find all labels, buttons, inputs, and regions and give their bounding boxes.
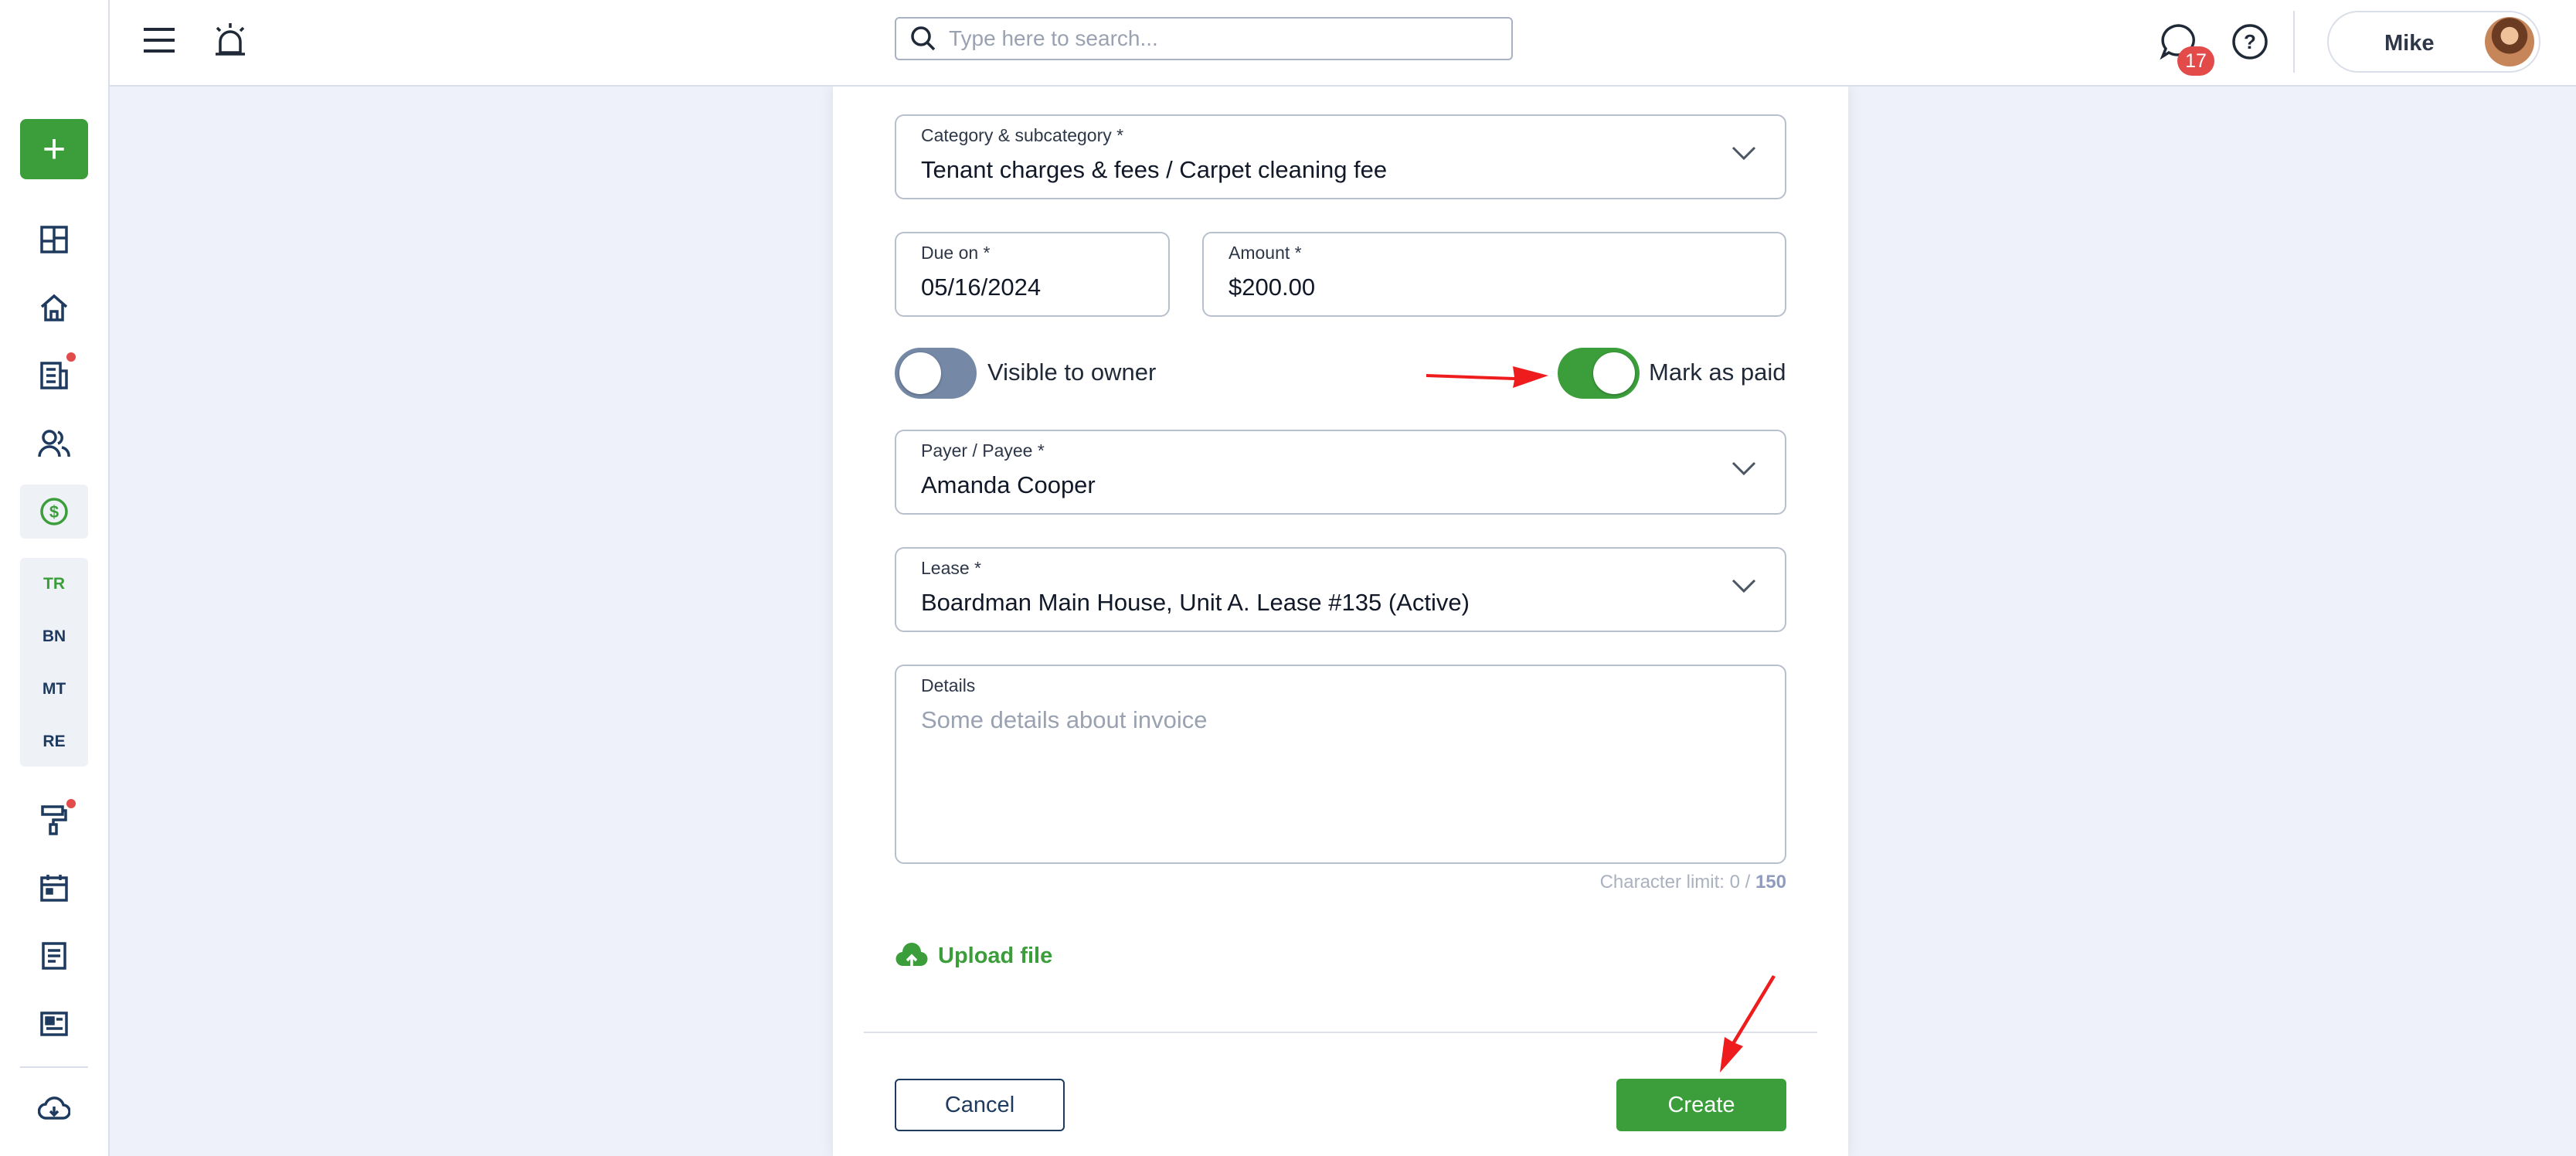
- calendar-icon[interactable]: [20, 861, 88, 915]
- people-icon[interactable]: [20, 416, 88, 471]
- char-limit-max: 150: [1755, 872, 1786, 892]
- category-label: Category & subcategory *: [921, 125, 1124, 145]
- due-date-field[interactable]: Due on * 05/16/2024: [895, 232, 1170, 317]
- maintenance-alert-dot: [66, 799, 76, 808]
- due-date-label: Due on *: [921, 243, 991, 263]
- home-icon[interactable]: [20, 280, 88, 335]
- user-name: Mike: [2384, 31, 2435, 56]
- visible-to-owner-label: Visible to owner: [987, 359, 1157, 386]
- alarm-icon[interactable]: [209, 19, 252, 62]
- reports-icon[interactable]: [20, 348, 88, 403]
- subnav-tr[interactable]: TR: [20, 575, 88, 593]
- payer-select[interactable]: Payer / Payee * Amanda Cooper: [895, 430, 1786, 515]
- subnav-re[interactable]: RE: [20, 733, 88, 751]
- upload-file-label: Upload file: [938, 943, 1053, 968]
- menu-icon[interactable]: [139, 20, 179, 60]
- sidebar-divider: [20, 1066, 88, 1068]
- annotation-arrow-icon: [1426, 366, 1548, 388]
- toggle-knob: [1593, 352, 1635, 394]
- dashboard-icon[interactable]: [20, 212, 88, 267]
- notification-badge: 17: [2177, 46, 2214, 76]
- amount-value: $200.00: [1229, 274, 1316, 301]
- upload-file-button[interactable]: Upload file: [895, 941, 1052, 971]
- sidebar: + $ TR BN MT RE: [0, 0, 110, 1156]
- documents-icon[interactable]: [20, 929, 88, 983]
- details-textarea[interactable]: Details Some details about invoice: [895, 665, 1786, 864]
- chevron-down-icon[interactable]: [1731, 578, 1757, 597]
- due-date-value: 05/16/2024: [921, 274, 1042, 301]
- payer-label: Payer / Payee *: [921, 440, 1045, 461]
- maintenance-icon[interactable]: [20, 793, 88, 847]
- search-icon: [910, 26, 936, 52]
- subnav-bn[interactable]: BN: [20, 627, 88, 646]
- accounting-icon[interactable]: $: [20, 484, 88, 539]
- char-limit: Character limit: 0 / 150: [895, 872, 1786, 895]
- mark-as-paid-toggle[interactable]: [1558, 348, 1640, 399]
- cloud-upload-icon: [895, 941, 929, 971]
- reports-alert-dot: [66, 352, 76, 362]
- lease-value: Boardman Main House, Unit A. Lease #135 …: [921, 589, 1470, 616]
- details-label: Details: [921, 675, 976, 695]
- search-bar[interactable]: [895, 17, 1513, 60]
- chevron-down-icon[interactable]: [1731, 461, 1757, 480]
- accounting-subnav: TR BN MT RE: [20, 558, 88, 767]
- svg-text:?: ?: [2244, 30, 2256, 53]
- svg-text:$: $: [49, 502, 59, 522]
- top-bar: 17 ? Mike: [0, 0, 2576, 87]
- user-menu[interactable]: Mike: [2327, 11, 2540, 73]
- listings-icon[interactable]: [20, 997, 88, 1051]
- payer-value: Amanda Cooper: [921, 471, 1096, 498]
- create-button[interactable]: Create: [1616, 1079, 1786, 1131]
- subnav-mt[interactable]: MT: [20, 680, 88, 699]
- header-divider: [2293, 11, 2295, 73]
- lease-label: Lease *: [921, 558, 982, 578]
- footer-divider: [864, 1032, 1817, 1033]
- details-placeholder: Some details about invoice: [921, 706, 1208, 733]
- search-input[interactable]: [947, 26, 1491, 52]
- help-icon[interactable]: ?: [2228, 20, 2272, 63]
- add-button[interactable]: +: [20, 119, 88, 179]
- cancel-button[interactable]: Cancel: [895, 1079, 1065, 1131]
- cloud-download-icon[interactable]: [20, 1082, 88, 1136]
- lease-select[interactable]: Lease * Boardman Main House, Unit A. Lea…: [895, 547, 1786, 632]
- toggle-knob: [899, 352, 941, 394]
- char-limit-text: Character limit: 0 /: [1599, 872, 1755, 892]
- avatar: [2485, 17, 2534, 66]
- category-value: Tenant charges & fees / Carpet cleaning …: [921, 156, 1388, 183]
- mark-as-paid-label: Mark as paid: [1649, 359, 1786, 386]
- amount-field[interactable]: Amount * $200.00: [1202, 232, 1786, 317]
- chevron-down-icon[interactable]: [1731, 145, 1757, 165]
- category-select[interactable]: Category & subcategory * Tenant charges …: [895, 114, 1786, 199]
- amount-label: Amount *: [1229, 243, 1302, 263]
- annotation-arrow-icon: [1720, 975, 1776, 1073]
- visible-to-owner-toggle[interactable]: [895, 348, 977, 399]
